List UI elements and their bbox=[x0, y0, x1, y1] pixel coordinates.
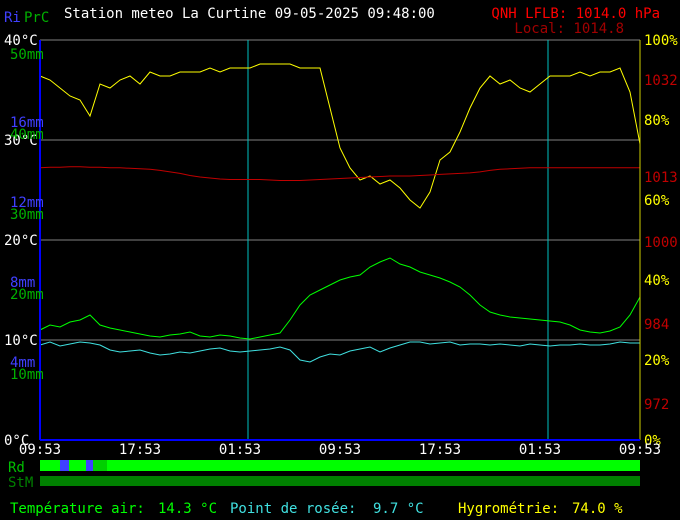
weather-chart: Ri PrC Station meteo La Curtine 09-05-20… bbox=[0, 0, 680, 520]
humidity-label: Hygrométrie: bbox=[458, 501, 559, 517]
pressure-tick-label: 1000 bbox=[644, 235, 678, 251]
pressure-tick-label: 972 bbox=[644, 397, 669, 413]
x-tick-label: 09:53 bbox=[619, 442, 661, 458]
local-pressure-readout: Local: 1014.8 bbox=[514, 21, 624, 37]
temperature-value: 14.3 °C bbox=[158, 501, 217, 517]
humidity-tick-label: 60% bbox=[644, 193, 670, 209]
dewpoint-label: Point de rosée: bbox=[230, 501, 356, 517]
precip-tick-label: 30mm bbox=[10, 207, 44, 223]
stm-bar-label: StM bbox=[8, 475, 33, 491]
humidity-tick-label: 20% bbox=[644, 353, 670, 369]
humidity-value: 74.0 % bbox=[572, 501, 623, 517]
rd-bar bbox=[40, 460, 640, 471]
rd-bar-mark bbox=[86, 460, 93, 471]
stm-bar bbox=[40, 476, 640, 486]
pressure-tick-label: 984 bbox=[644, 317, 669, 333]
dewpoint-value: 9.7 °C bbox=[373, 501, 424, 517]
x-tick-label: 01:53 bbox=[519, 442, 561, 458]
x-tick-label: 01:53 bbox=[219, 442, 261, 458]
temp-tick-label: 20°C bbox=[4, 233, 38, 249]
x-tick-label: 09:53 bbox=[19, 442, 61, 458]
temperature-label: Température air: bbox=[10, 501, 145, 517]
rd-bar-mark bbox=[93, 460, 107, 471]
precip-tick-label: 10mm bbox=[10, 367, 44, 383]
x-tick-label: 09:53 bbox=[319, 442, 361, 458]
qnh-readout: QNH LFLB: 1014.0 hPa bbox=[491, 6, 660, 22]
corner-prc-label: PrC bbox=[24, 10, 49, 26]
humidity-tick-label: 80% bbox=[644, 113, 670, 129]
corner-ri-label: Ri bbox=[4, 10, 21, 26]
x-tick-label: 17:53 bbox=[119, 442, 161, 458]
rd-bar-mark bbox=[60, 460, 69, 471]
x-tick-label: 17:53 bbox=[419, 442, 461, 458]
pressure-tick-label: 1013 bbox=[644, 170, 678, 186]
precip-tick-label: 20mm bbox=[10, 287, 44, 303]
humidity-tick-label: 100% bbox=[644, 33, 678, 49]
rd-bar-label: Rd bbox=[8, 460, 25, 476]
pressure-tick-label: 1032 bbox=[644, 73, 678, 89]
temp-tick-label: 10°C bbox=[4, 333, 38, 349]
precip-tick-label: 40mm bbox=[10, 127, 44, 143]
humidity-tick-label: 40% bbox=[644, 273, 670, 289]
precip-tick-label: 50mm bbox=[10, 47, 44, 63]
page-title: Station meteo La Curtine 09-05-2025 09:4… bbox=[64, 6, 435, 22]
